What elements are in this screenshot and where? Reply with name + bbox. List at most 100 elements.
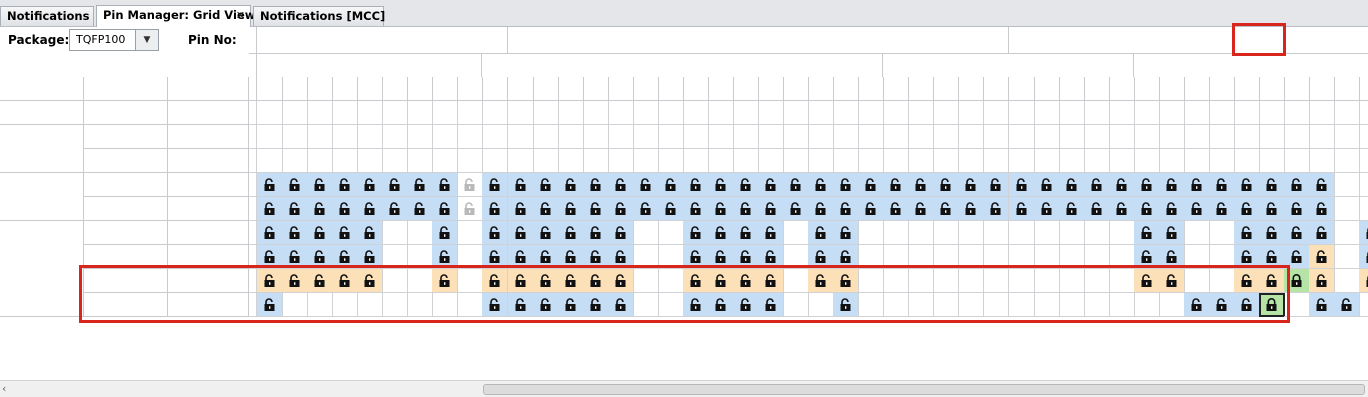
pin-number-68[interactable] — [682, 27, 709, 54]
pin-cell[interactable] — [858, 197, 885, 221]
pin-cell[interactable] — [707, 221, 734, 245]
pin-cell[interactable] — [833, 245, 860, 269]
pin-cell[interactable] — [432, 197, 459, 221]
port-header-3[interactable] — [1134, 54, 1368, 77]
pin-cell[interactable] — [507, 221, 534, 245]
pin-cell[interactable] — [257, 245, 283, 269]
pin-number-100[interactable] — [983, 27, 1010, 54]
pin-number-82[interactable] — [607, 27, 634, 54]
pin-cell[interactable] — [432, 221, 459, 245]
pin-cell[interactable] — [1233, 197, 1260, 221]
tab-notifications-mcc[interactable]: Notifications [MCC] — [253, 6, 385, 26]
pin-number-80[interactable] — [808, 27, 835, 54]
pin-cell[interactable] — [707, 245, 734, 269]
pin-number-54[interactable] — [1284, 27, 1311, 54]
pin-cell[interactable] — [1183, 197, 1210, 221]
scrollbar-thumb[interactable] — [483, 384, 1365, 395]
pin-cell[interactable] — [1133, 173, 1160, 197]
package-select[interactable]: TQFP100 ▼ — [69, 29, 159, 51]
pin-cell[interactable] — [1008, 173, 1035, 197]
pin-number-40[interactable] — [1334, 27, 1361, 54]
pin-cell[interactable] — [1058, 197, 1085, 221]
pin-cell[interactable] — [682, 173, 709, 197]
pin-number-98[interactable] — [933, 27, 960, 54]
pin-cell[interactable] — [783, 173, 810, 197]
pin-cell[interactable] — [357, 221, 384, 245]
pin-number-99[interactable] — [958, 27, 985, 54]
pin-number-44[interactable] — [257, 27, 283, 54]
pin-cell[interactable] — [307, 173, 334, 197]
pin-cell[interactable] — [332, 269, 359, 293]
pin-cell[interactable] — [457, 173, 484, 197]
pin-cell[interactable] — [482, 197, 509, 221]
pin-cell[interactable] — [1083, 173, 1110, 197]
pin-cell[interactable] — [482, 269, 509, 293]
pin-number-6[interactable] — [282, 27, 309, 54]
pin-number-83[interactable] — [632, 27, 659, 54]
pin-cell[interactable] — [707, 197, 734, 221]
pin-cell[interactable] — [357, 197, 384, 221]
pin-number-49[interactable] — [1233, 27, 1260, 54]
pin-cell[interactable] — [1359, 269, 1368, 293]
pin-cell[interactable] — [682, 245, 709, 269]
pin-cell[interactable] — [582, 269, 609, 293]
module-clock[interactable] — [0, 101, 84, 125]
pin-cell[interactable] — [808, 173, 835, 197]
pin-cell[interactable] — [1108, 197, 1135, 221]
pin-cell[interactable] — [282, 221, 309, 245]
pin-cell[interactable] — [783, 197, 810, 221]
pin-cell[interactable] — [682, 269, 709, 293]
pin-number-78[interactable] — [557, 27, 584, 54]
pin-cell[interactable] — [307, 221, 334, 245]
pin-cell[interactable] — [407, 197, 434, 221]
pin-cell[interactable] — [307, 197, 334, 221]
pin-cell[interactable] — [382, 197, 409, 221]
pin-cell[interactable] — [257, 293, 283, 317]
pin-cell[interactable] — [1309, 173, 1336, 197]
pin-cell[interactable] — [432, 269, 459, 293]
pin-cell[interactable] — [1108, 173, 1135, 197]
pin-cell[interactable] — [1334, 293, 1361, 317]
pin-cell[interactable] — [257, 269, 283, 293]
pin-cell[interactable] — [632, 197, 659, 221]
pin-cell[interactable] — [457, 197, 484, 221]
pin-number-94[interactable] — [908, 27, 935, 54]
pin-cell[interactable] — [482, 173, 509, 197]
pin-number-93[interactable] — [883, 27, 910, 54]
pin-cell[interactable] — [482, 221, 509, 245]
pin-cell[interactable] — [532, 245, 559, 269]
pin-cell[interactable] — [557, 245, 584, 269]
module-pin-module[interactable] — [0, 173, 84, 221]
scroll-left-icon[interactable]: ‹ — [2, 382, 6, 395]
pin-number-19[interactable] — [1108, 27, 1135, 54]
pin-cell[interactable] — [582, 197, 609, 221]
pin-cell[interactable] — [532, 197, 559, 221]
pin-cell[interactable] — [307, 245, 334, 269]
pin-cell[interactable] — [1133, 197, 1160, 221]
pin-cell[interactable] — [507, 293, 534, 317]
pin-number-47[interactable] — [833, 27, 860, 54]
pin-number-70[interactable] — [732, 27, 759, 54]
pin-cell[interactable] — [682, 197, 709, 221]
pin-cell[interactable] — [607, 245, 634, 269]
pin-cell[interactable] — [1284, 197, 1311, 221]
pin-cell[interactable] — [582, 245, 609, 269]
pin-cell[interactable] — [758, 221, 784, 245]
pin-cell[interactable] — [732, 293, 759, 317]
pin-number-72[interactable] — [482, 27, 509, 54]
tab-notifications[interactable]: Notifications — [0, 6, 94, 26]
pin-cell[interactable] — [1208, 173, 1235, 197]
pin-cell[interactable] — [1133, 245, 1160, 269]
pin-cell[interactable] — [958, 173, 985, 197]
pin-cell[interactable] — [332, 221, 359, 245]
pin-number-3[interactable] — [1359, 27, 1368, 54]
pin-cell[interactable] — [758, 293, 784, 317]
pin-cell[interactable] — [1259, 269, 1285, 293]
pin-number-53[interactable] — [1309, 27, 1336, 54]
pin-number-81[interactable] — [582, 27, 609, 54]
pin-cell[interactable] — [833, 269, 860, 293]
pin-cell[interactable] — [282, 197, 309, 221]
pin-cell[interactable] — [808, 221, 835, 245]
pin-cell[interactable] — [557, 221, 584, 245]
pin-cell[interactable] — [607, 197, 634, 221]
